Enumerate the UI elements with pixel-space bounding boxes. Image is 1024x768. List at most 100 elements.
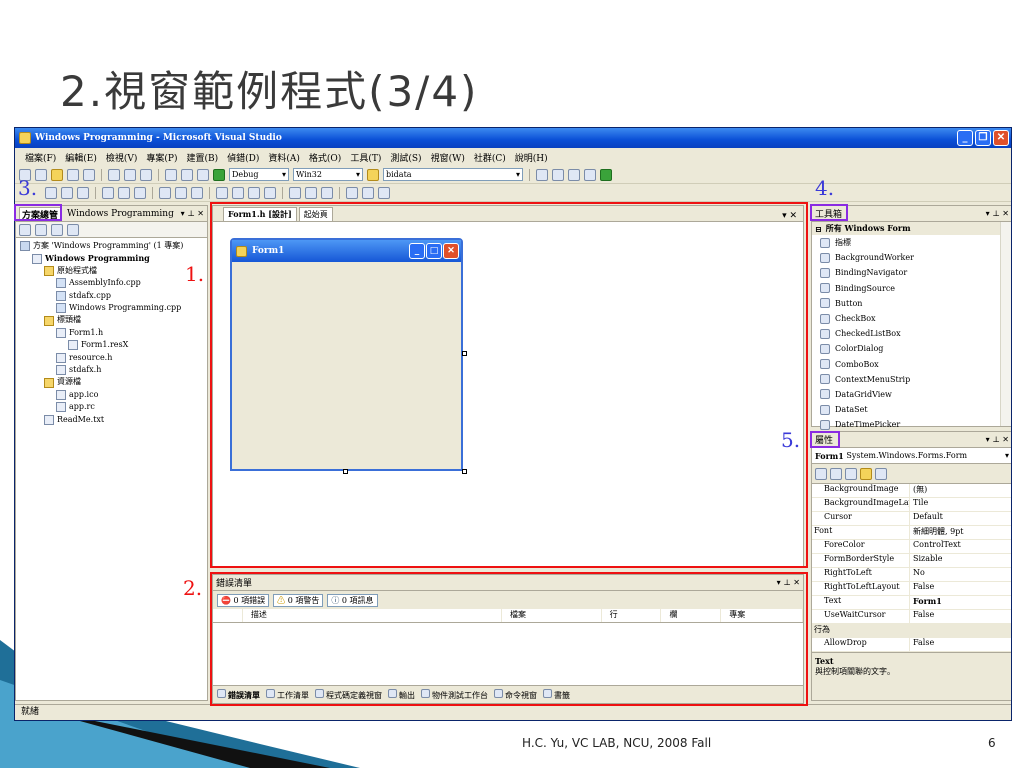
tree-item[interactable]: 原始程式檔 — [20, 265, 203, 277]
same-height-icon[interactable] — [175, 186, 187, 199]
menu-item[interactable]: 資料(A) — [268, 151, 300, 164]
redo-icon[interactable] — [181, 168, 193, 181]
toolbox-item[interactable]: CheckBox — [812, 311, 1011, 326]
tree-item[interactable]: app.rc — [20, 401, 203, 413]
center-vertically-icon[interactable] — [321, 186, 333, 199]
panel-controls[interactable]: ▾ ⊥ ✕ — [181, 209, 204, 218]
toolbox-item[interactable]: ComboBox — [812, 357, 1011, 372]
tree-item[interactable]: 資源檔 — [20, 376, 203, 388]
open-folder-icon[interactable] — [51, 168, 63, 181]
property-row[interactable]: Text Form1 — [812, 596, 1011, 610]
menu-item[interactable]: 說明(H) — [515, 151, 548, 164]
find-combo[interactable]: bidata ▾ — [383, 168, 523, 181]
tree-item[interactable]: 方案 'Windows Programming' (1 專案) — [20, 240, 203, 252]
align-centers-icon[interactable] — [61, 186, 73, 199]
remove-spacing-icon[interactable] — [264, 186, 276, 199]
center-horizontally-icon[interactable] — [305, 186, 317, 199]
errors-filter-button[interactable]: ⛔ 0 項錯誤 — [217, 593, 270, 607]
start-debug-icon[interactable] — [213, 168, 225, 181]
object-selector[interactable]: Form1 System.Windows.Forms.Form ▾ — [812, 448, 1011, 464]
tree-item[interactable]: 標頭檔 — [20, 314, 203, 326]
tree-item[interactable]: app.ico — [20, 389, 203, 401]
document-close-icon[interactable]: ▾ ✕ — [782, 211, 803, 221]
property-row[interactable]: Cursor Default — [812, 512, 1011, 526]
copy-icon[interactable] — [124, 168, 136, 181]
toolbox-item[interactable]: BindingNavigator — [812, 265, 1011, 280]
save-all-icon[interactable] — [83, 168, 95, 181]
menu-item[interactable]: 檔案(F) — [25, 151, 56, 164]
toolbox-item[interactable]: BackgroundWorker — [812, 250, 1011, 265]
align-bottoms-icon[interactable] — [134, 186, 146, 199]
config-select[interactable]: Debug ▾ — [229, 168, 289, 181]
tree-item[interactable]: resource.h — [20, 352, 203, 364]
menu-item[interactable]: 檢視(V) — [106, 151, 138, 164]
bottom-tab[interactable]: 物件測試工作台 — [421, 688, 488, 701]
events-icon[interactable] — [860, 467, 872, 480]
minimize-button[interactable]: _ — [957, 130, 973, 146]
find-in-files-icon[interactable] — [367, 168, 379, 181]
paste-icon[interactable] — [140, 168, 152, 181]
toolbox-group-header[interactable]: ⊟ 所有 Windows Form — [812, 222, 1011, 235]
property-row[interactable]: FormBorderStyle Sizable — [812, 554, 1011, 568]
toolbox-item[interactable]: 指標 — [812, 235, 1011, 250]
properties-icon[interactable] — [845, 467, 857, 480]
column-header[interactable]: 行 — [602, 609, 662, 622]
bottom-tab[interactable]: 輸出 — [388, 688, 415, 701]
toolbox-item[interactable]: DataSet — [812, 402, 1011, 417]
bottom-tab[interactable]: 程式碼定義視窗 — [315, 688, 382, 701]
toolbox-controls[interactable]: ▾ ⊥ ✕ — [986, 209, 1009, 218]
toolbox-item[interactable]: CheckedListBox — [812, 326, 1011, 341]
refresh-icon[interactable] — [51, 223, 63, 236]
property-row[interactable]: RightToLeftLayout False — [812, 582, 1011, 596]
tree-item[interactable]: AssemblyInfo.cpp — [20, 277, 203, 289]
solution-explorer-icon[interactable] — [536, 168, 548, 181]
categorized-icon[interactable] — [815, 467, 827, 480]
bottom-tab[interactable]: 工作清單 — [266, 688, 309, 701]
property-row[interactable]: BackgroundImageLayo Tile — [812, 498, 1011, 512]
property-row[interactable]: Font 新細明體, 9pt — [812, 526, 1011, 540]
tab-order-icon[interactable] — [378, 186, 390, 199]
tree-item[interactable]: Form1.h — [20, 327, 203, 339]
send-to-back-icon[interactable] — [362, 186, 374, 199]
toolbox-item[interactable]: ColorDialog — [812, 341, 1011, 356]
toolbox-scrollbar[interactable] — [1000, 222, 1011, 426]
tree-item[interactable]: Windows Programming.cpp — [20, 302, 203, 314]
view-designer-icon[interactable] — [67, 223, 79, 236]
decrease-spacing-icon[interactable] — [248, 186, 260, 199]
align-rights-icon[interactable] — [77, 186, 89, 199]
column-header[interactable]: 描述 — [243, 609, 502, 622]
property-row[interactable]: BackgroundImage (無) — [812, 484, 1011, 498]
align-middles-icon[interactable] — [118, 186, 130, 199]
column-header[interactable]: 檔案 — [502, 609, 602, 622]
platform-select[interactable]: Win32 ▾ — [293, 168, 363, 181]
object-browser-icon[interactable] — [568, 168, 580, 181]
properties-icon[interactable] — [19, 223, 31, 236]
same-width-icon[interactable] — [159, 186, 171, 199]
show-all-files-icon[interactable] — [35, 223, 47, 236]
alphabetical-icon[interactable] — [830, 467, 842, 480]
properties-window-icon[interactable] — [552, 168, 564, 181]
resize-handle-corner[interactable] — [462, 469, 467, 474]
tree-item[interactable]: stdafx.h — [20, 364, 203, 376]
cut-icon[interactable] — [108, 168, 120, 181]
menu-item[interactable]: 視窗(W) — [431, 151, 465, 164]
toolbox-item[interactable]: ContextMenuStrip — [812, 372, 1011, 387]
form1-design-surface[interactable]: Form1 _ □ ✕ — [230, 238, 463, 471]
save-icon[interactable] — [67, 168, 79, 181]
tree-item[interactable]: Windows Programming — [20, 252, 203, 264]
column-header[interactable]: 專案 — [721, 609, 803, 622]
bottom-tab[interactable]: 錯誤清單 — [217, 688, 260, 701]
undo-icon[interactable] — [165, 168, 177, 181]
close-button[interactable]: ✕ — [993, 130, 1009, 146]
warnings-filter-button[interactable]: ⚠ 0 項警告 — [273, 593, 324, 607]
solution-explorer-tab[interactable]: 方案總管 — [19, 206, 62, 221]
toolbox-icon[interactable] — [584, 168, 596, 181]
tree-item[interactable]: ReadMe.txt — [20, 414, 203, 426]
toolbox-item[interactable]: Button — [812, 296, 1011, 311]
property-row[interactable]: UseWaitCursor False — [812, 610, 1011, 624]
increase-spacing-icon[interactable] — [232, 186, 244, 199]
tree-item[interactable]: Form1.resX — [20, 339, 203, 351]
menu-item[interactable]: 專案(P) — [146, 151, 177, 164]
messages-filter-button[interactable]: ⓘ 0 項訊息 — [327, 593, 378, 607]
horizontal-spacing-icon[interactable] — [216, 186, 228, 199]
